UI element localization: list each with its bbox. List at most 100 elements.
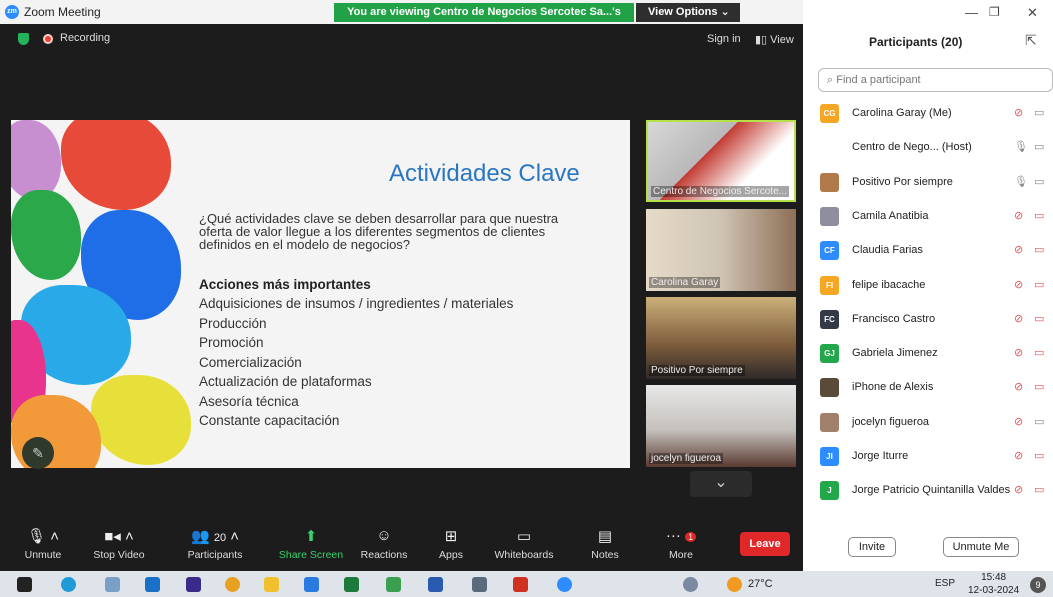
participant-row[interactable]: CF Claudia Farias ⊘ ▭ xyxy=(818,233,1053,267)
participant-row[interactable]: Camila Anatibia ⊘ ▭ xyxy=(818,199,1053,233)
apps-icon: ⊞ xyxy=(444,528,458,545)
outlook-icon[interactable] xyxy=(145,577,160,592)
camera-icon: ▭ xyxy=(1034,278,1045,291)
language-indicator[interactable]: ESP xyxy=(935,578,955,589)
mic-icon: ⊘ xyxy=(1014,450,1024,462)
unmute-me-button[interactable]: Unmute Me xyxy=(943,537,1019,557)
video-tile[interactable]: jocelyn figueroa xyxy=(646,385,796,467)
participant-row[interactable]: CG Carolina Garay (Me) ⊘ ▭ xyxy=(818,96,1053,130)
view-button[interactable]: ▮▯ View xyxy=(755,33,794,46)
invite-button[interactable]: Invite xyxy=(848,537,896,557)
participant-row[interactable]: FC Francisco Castro ⊘ ▭ xyxy=(818,302,1053,336)
file-explorer-icon[interactable] xyxy=(264,577,279,592)
panel-title: Participants (20) xyxy=(869,35,963,49)
video-tile[interactable]: Positivo Por siempre xyxy=(646,297,796,379)
avatar: GJ xyxy=(820,344,839,364)
camera-icon: ■◂ ˄ xyxy=(104,528,134,545)
app-icon[interactable] xyxy=(105,577,120,592)
notification-badge[interactable]: 9 xyxy=(1030,577,1046,593)
app-icon[interactable] xyxy=(186,577,201,592)
mic-icon: ⊘ xyxy=(1014,278,1024,291)
participant-name: Camila Anatibia xyxy=(852,209,929,222)
acrobat-icon[interactable] xyxy=(513,577,528,592)
store-icon[interactable] xyxy=(304,577,319,592)
app-icon[interactable] xyxy=(386,577,401,592)
more-button[interactable]: ··· 1 More xyxy=(646,527,716,561)
slide-title: Actividades Clave xyxy=(389,160,580,187)
avatar xyxy=(820,206,839,226)
restore-icon[interactable]: ❐ xyxy=(989,5,1000,19)
participant-row[interactable]: iPhone de Alexis ⊘ ▭ xyxy=(818,370,1053,404)
calculator-icon[interactable] xyxy=(472,577,487,592)
view-options-button[interactable]: View Options ⌄ xyxy=(636,3,740,22)
unmute-button[interactable]: 🎙 ˄ Unmute xyxy=(8,527,78,561)
unmute-label: Unmute xyxy=(24,549,62,561)
reactions-button[interactable]: ☺ Reactions xyxy=(349,527,419,561)
participant-row[interactable]: jocelyn figueroa ⊘ ▭ xyxy=(818,405,1053,439)
camera-icon: ▭ xyxy=(1034,175,1045,188)
mic-icon: ⊘ xyxy=(1014,415,1024,428)
weather-icon[interactable] xyxy=(727,577,742,592)
paper-ball-decoration xyxy=(91,375,191,465)
app-icon[interactable] xyxy=(683,577,698,592)
share-screen-button[interactable]: ⬆ Share Screen xyxy=(276,527,346,561)
participant-row[interactable]: Positivo Por siempre 🎙 ▭ xyxy=(818,165,1053,199)
video-tile[interactable]: Centro de Negocios Sercote... xyxy=(646,120,796,202)
annotate-pen-icon[interactable]: ✎ xyxy=(22,437,54,469)
participant-name: felipe ibacache xyxy=(852,278,926,291)
camera-icon: ▭ xyxy=(1034,244,1045,257)
avatar: CF xyxy=(820,241,839,261)
avatar xyxy=(820,412,839,432)
camera-icon: ▭ xyxy=(1034,347,1045,360)
participant-row[interactable]: JI Jorge Iturre ⊘ ▭ xyxy=(818,439,1053,473)
whiteboards-label: Whiteboards xyxy=(494,549,554,561)
participant-row[interactable]: J Jorge Patricio Quintanilla Valdes ⊘ ▭ xyxy=(818,473,1053,507)
view-label: View xyxy=(770,34,794,46)
temperature[interactable]: 27°C xyxy=(748,578,773,590)
participant-name: Jorge Iturre xyxy=(852,450,909,462)
notes-button[interactable]: ▤ Notes xyxy=(570,527,640,561)
avatar: FC xyxy=(820,309,839,329)
participant-name: Positivo Por siempre xyxy=(852,175,953,188)
slide-heading: Acciones más importantes xyxy=(199,277,371,292)
whiteboard-icon: ▭ xyxy=(516,528,532,545)
taskbar-clock[interactable]: 15:48 12-03-2024 xyxy=(968,571,1019,597)
slide-list-item: Comercialización xyxy=(199,354,302,370)
participants-label: Participants xyxy=(187,549,243,561)
participants-panel: — ❐ ✕ Participants (20) ⇱ ⌕ Find a parti… xyxy=(803,0,1053,571)
excel-icon[interactable] xyxy=(344,577,359,592)
avatar: JI xyxy=(820,447,839,466)
edge-icon[interactable] xyxy=(61,577,76,592)
chrome-icon[interactable] xyxy=(225,577,240,592)
sign-in-link[interactable]: Sign in xyxy=(707,33,741,45)
participants-button[interactable]: 👥 20 ˄ Participants xyxy=(180,527,250,561)
share-screen-icon: ⬆ xyxy=(304,528,318,545)
participant-row[interactable]: FI felipe ibacache ⊘ ▭ xyxy=(818,268,1053,302)
reactions-label: Reactions xyxy=(360,549,408,561)
word-icon[interactable] xyxy=(428,577,443,592)
participant-row[interactable]: Centro de Nego... (Host) 🎙 ▭ xyxy=(818,130,1053,164)
zoom-taskbar-icon[interactable] xyxy=(557,577,572,592)
participant-name: Carolina Garay (Me) xyxy=(852,107,952,119)
leave-button[interactable]: Leave xyxy=(740,532,790,556)
participants-icon: 👥 20 ˄ xyxy=(190,528,240,545)
participant-search-input[interactable]: ⌕ Find a participant xyxy=(818,68,1053,92)
stop-video-button[interactable]: ■◂ ˄ Stop Video xyxy=(84,527,154,561)
close-icon[interactable]: ✕ xyxy=(1027,5,1038,21)
windows-start-icon[interactable] xyxy=(17,577,32,592)
video-tile[interactable]: Carolina Garay xyxy=(646,209,796,291)
whiteboards-button[interactable]: ▭ Whiteboards xyxy=(489,527,559,561)
camera-icon: ▭ xyxy=(1034,450,1045,462)
mic-icon: ⊘ xyxy=(1014,209,1024,222)
camera-icon: ▭ xyxy=(1034,484,1045,497)
apps-button[interactable]: ⊞ Apps xyxy=(416,527,486,561)
shared-slide: Actividades Clave ¿Qué actividades clave… xyxy=(11,120,630,468)
mic-icon: ⊘ xyxy=(1014,484,1024,497)
popout-icon[interactable]: ⇱ xyxy=(1025,32,1037,49)
participant-row[interactable]: GJ Gabriela Jimenez ⊘ ▭ xyxy=(818,336,1053,370)
mic-icon: ⊘ xyxy=(1014,107,1024,119)
scroll-down-button[interactable]: ⌄ xyxy=(690,471,752,497)
security-shield-icon[interactable] xyxy=(18,33,29,45)
avatar: J xyxy=(820,481,839,501)
minimize-icon[interactable]: — xyxy=(965,5,978,20)
